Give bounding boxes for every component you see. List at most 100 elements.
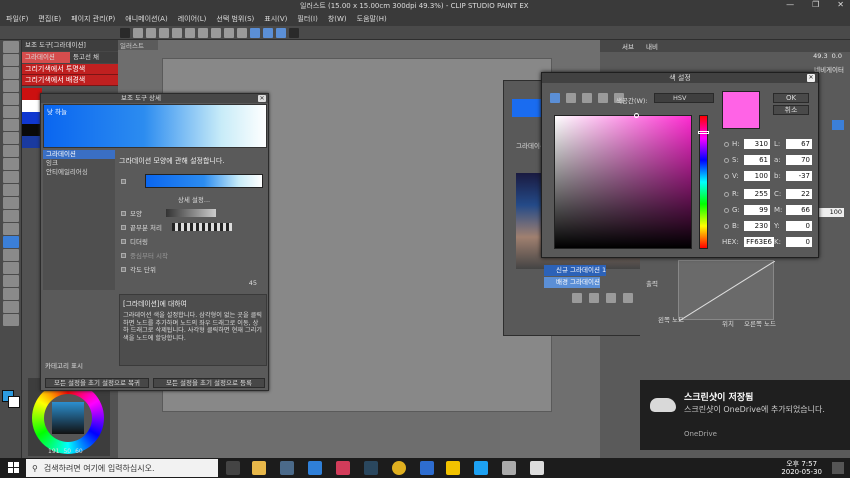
lasso-tool-icon[interactable] [3,106,19,118]
lab-a-field[interactable]: 70 [786,155,812,165]
menu-view[interactable]: 표시(V) [264,14,287,24]
gradient-editor-bar[interactable] [145,174,263,188]
ruler-tool-icon[interactable] [3,275,19,287]
color-space-select[interactable]: HSV [654,93,714,103]
transform-icon[interactable] [224,27,234,38]
chrome-icon[interactable] [392,461,406,475]
new-file-icon[interactable] [133,27,143,38]
color-picker-cursor[interactable] [634,113,639,118]
detail-settings-button[interactable]: 상세 설정... [178,194,210,204]
selection-tool-icon[interactable] [3,93,19,105]
gradient-tool-icon[interactable] [3,236,19,248]
sub-color-swatch[interactable] [8,396,20,408]
mail-icon[interactable] [420,461,434,475]
layer-color-icon[interactable] [832,120,844,130]
menu-selection[interactable]: 선택 범위(S) [216,14,254,24]
menu-window[interactable]: 창(W) [328,14,347,24]
undo-icon[interactable] [172,27,182,38]
angle-step-value[interactable]: 45 [249,279,257,287]
layer-row[interactable]: 그라데이션 [504,141,546,152]
document-tab[interactable]: 일러스트 [118,40,158,50]
maximize-button[interactable]: ❐ [812,0,819,9]
angle-value[interactable]: 0.0 [832,52,842,60]
angle-step-checkbox[interactable]: 각도 단위 [130,264,156,274]
delete-icon[interactable] [623,293,633,303]
subtool-item-background[interactable]: 그리기색에서 배경색 [22,75,118,86]
dither-checkbox[interactable]: 디더링 [130,236,148,246]
fill-tool-icon[interactable] [3,223,19,235]
menu-help[interactable]: 도움말(H) [357,14,387,24]
store-icon[interactable] [280,461,294,475]
yellow-field[interactable]: 0 [786,221,812,231]
v-radio[interactable] [724,173,729,179]
close-icon[interactable]: ✕ [258,95,266,102]
text-tool-icon[interactable] [3,288,19,300]
clip-studio-paint-icon[interactable] [530,461,544,475]
curve-graph[interactable] [678,260,776,322]
snap-perspective-icon[interactable] [276,27,286,38]
pencil-tool-icon[interactable] [3,145,19,157]
color-wheel[interactable] [32,382,104,454]
app-icon[interactable] [336,461,350,475]
eyedropper-tool-icon[interactable] [3,119,19,131]
color-set-mode-icon[interactable] [582,93,592,103]
tab-sub-view[interactable]: 서브 [622,41,634,51]
menu-animation[interactable]: 애니메이션(A) [125,14,167,24]
s-radio[interactable] [724,157,729,163]
lab-l-field[interactable]: 67 [786,139,812,149]
help-icon[interactable] [289,27,299,38]
opacity-field[interactable]: 100 [818,208,844,217]
category-antialiasing[interactable]: 안티에일리어싱 [43,168,115,177]
category-ink[interactable]: 잉크 [43,159,115,168]
decoration-tool-icon[interactable] [3,184,19,196]
hue-slider[interactable] [698,115,709,249]
hue-field[interactable]: 310 [744,139,770,149]
gradient-item-bg[interactable]: 배경 그라데이션 [544,277,600,288]
color-wheel-mode-icon[interactable] [550,93,560,103]
fill-icon[interactable] [211,27,221,38]
operation-tool-icon[interactable] [3,67,19,79]
subtool-item-transparent[interactable]: 그리기색에서 투명색 [22,64,118,75]
save-icon[interactable] [159,27,169,38]
clear-icon[interactable] [198,27,208,38]
open-file-icon[interactable] [146,27,156,38]
file-explorer-icon[interactable] [252,461,266,475]
register-all-button[interactable]: 모든 설정을 초기 설정으로 등록 [153,378,265,388]
menu-layer[interactable]: 레이어(L) [178,14,207,24]
color-slider-mode-icon[interactable] [566,93,576,103]
magenta-field[interactable]: 66 [786,205,812,215]
figure-tool-icon[interactable] [3,249,19,261]
edge-selector[interactable] [171,223,232,231]
airbrush-tool-icon[interactable] [3,171,19,183]
task-view-icon[interactable] [226,461,240,475]
expand-icon[interactable] [121,238,126,244]
h-radio[interactable] [724,141,729,147]
g-radio[interactable] [724,207,729,213]
reset-all-button[interactable]: 모든 설정을 초기 설정으로 복귀 [45,378,149,388]
close-button[interactable]: ✕ [837,0,844,9]
gradient-item-new[interactable]: 신규 그라데이션 1 [544,265,607,276]
redo-icon[interactable] [185,27,195,38]
green-field[interactable]: 99 [744,205,770,215]
menu-edit[interactable]: 편집(E) [38,14,61,24]
system-clock[interactable]: 오후 7:57 2020-05-30 [781,460,822,476]
category-gradient[interactable]: 그라데이션 [43,150,115,159]
taskbar-search[interactable]: ⚲ 검색하려면 여기에 입력하십시오. [26,459,218,477]
saturation-value-square[interactable] [554,113,692,249]
steam-icon[interactable] [364,461,378,475]
zoom-tool-icon[interactable] [3,54,19,66]
r-radio[interactable] [724,191,729,197]
hand-tool-icon[interactable] [3,41,19,53]
tab-contour-fill[interactable]: 등고선 채 [70,52,118,63]
kakaotalk-icon[interactable] [446,461,460,475]
eraser-tool-icon[interactable] [3,197,19,209]
blend-tool-icon[interactable] [3,210,19,222]
clip-studio-icon[interactable] [120,27,130,38]
saturation-value-square[interactable] [52,402,84,434]
hue-slider-thumb[interactable] [698,131,709,134]
close-icon[interactable]: ✕ [807,74,815,82]
cancel-button[interactable]: 취소 [773,105,809,115]
frame-tool-icon[interactable] [3,262,19,274]
tab-gradient[interactable]: 그라데이션 [22,52,70,63]
menu-file[interactable]: 파일(F) [6,14,28,24]
